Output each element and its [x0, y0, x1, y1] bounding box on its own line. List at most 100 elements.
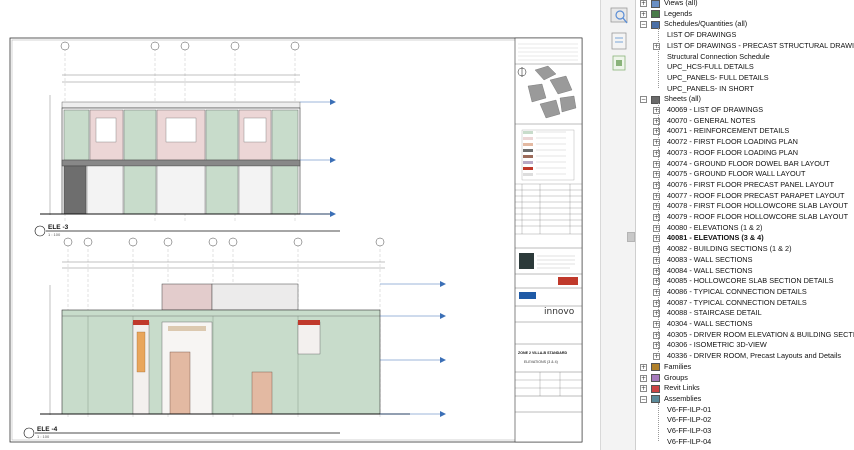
legend-icon — [651, 10, 660, 19]
tree-item-label: 40070 - GENERAL NOTES — [667, 115, 756, 125]
tree-item-label: 40076 - FIRST FLOOR PRECAST PANEL LAYOUT — [667, 179, 835, 189]
tree-item-label: 40081 - ELEVATIONS (3 & 4) — [667, 233, 764, 243]
tree-item-label: Structural Connection Schedule — [667, 51, 770, 61]
tree-item-label: V6-FF-ILP-02 — [667, 415, 712, 425]
tree-item-label: V6-FF-ILP-04 — [667, 436, 712, 446]
tree-connector — [658, 103, 659, 356]
tree-item-label: LIST OF DRAWINGS — [667, 30, 737, 40]
tree-item-40082-building-sections-1-2[interactable]: +40082 - BUILDING SECTIONS (1 & 2) — [636, 244, 854, 255]
tree-item-v6-ff-ilp-01[interactable]: V6-FF-ILP-01 — [636, 405, 854, 416]
tree-item-label: 40088 - STAIRCASE DETAIL — [667, 308, 762, 318]
collapse-icon[interactable]: − — [640, 21, 647, 29]
tree-item-label: UPC_PANELS- FULL DETAILS — [667, 72, 769, 82]
tree-item-label: LIST OF DRAWINGS - PRECAST STRUCTURAL DR… — [667, 40, 854, 50]
view-number-marker — [34, 225, 46, 237]
tree-item-label: Sheets (all) — [664, 94, 701, 104]
tree-item-40078-first-floor-hollowcore-slab-layout[interactable]: +40078 - FIRST FLOOR HOLLOWCORE SLAB LAY… — [636, 201, 854, 212]
tree-item-label: Revit Links — [664, 383, 700, 393]
tree-item-label: UPC_HCS-FULL DETAILS — [667, 62, 754, 72]
tree-item-v6-ff-ilp-03[interactable]: V6-FF-ILP-03 — [636, 426, 854, 437]
tree-item-label: 40305 - DRIVER ROOM ELEVATION & BUILDING… — [667, 329, 854, 339]
tree-item-40336-driver-room-precast-layouts-and-details[interactable]: +40336 - DRIVER ROOM, Precast Layouts an… — [636, 351, 854, 362]
tree-item-40079-roof-floor-hollowcore-slab-layout[interactable]: +40079 - ROOF FLOOR HOLLOWCORE SLAB LAYO… — [636, 212, 854, 223]
collapse-icon[interactable]: − — [640, 96, 647, 104]
tree-item-groups[interactable]: + Groups — [636, 373, 854, 384]
tree-item-40087-typical-connection-details[interactable]: +40087 - TYPICAL CONNECTION DETAILS — [636, 298, 854, 309]
tree-item-40071-reinforcement-details[interactable]: +40071 - REINFORCEMENT DETAILS — [636, 126, 854, 137]
tree-item-40088-staircase-detail[interactable]: +40088 - STAIRCASE DETAIL — [636, 308, 854, 319]
tree-item-40075-ground-floor-wall-layout[interactable]: +40075 - GROUND FLOOR WALL LAYOUT — [636, 169, 854, 180]
tree-item-structural-connection-schedule[interactable]: Structural Connection Schedule — [636, 52, 854, 63]
tree-item-label: UPC_PANELS- IN SHORT — [667, 83, 754, 93]
tree-item-upc-hcs-full-details[interactable]: UPC_HCS-FULL DETAILS — [636, 62, 854, 73]
tree-item-40073-roof-floor-loading-plan[interactable]: +40073 - ROOF FLOOR LOADING PLAN — [636, 148, 854, 159]
tree-item-views-all[interactable]: + Views (all) — [636, 0, 854, 9]
tree-item-sheets-all[interactable]: − Sheets (all) — [636, 94, 854, 105]
tree-item-label: 40074 - GROUND FLOOR DOWEL BAR LAYOUT — [667, 158, 830, 168]
collapse-icon[interactable]: − — [640, 395, 647, 403]
tree-item-label: 40085 - HOLLOWCORE SLAB SECTION DETAILS — [667, 276, 834, 286]
tree-item-label: Groups — [664, 372, 688, 382]
views-icon — [651, 0, 660, 8]
tree-item-40072-first-floor-loading-plan[interactable]: +40072 - FIRST FLOOR LOADING PLAN — [636, 137, 854, 148]
tree-connector — [658, 402, 659, 442]
expand-icon[interactable]: + — [640, 0, 647, 7]
expand-icon[interactable]: + — [640, 10, 647, 18]
tree-item-40080-elevations-1-2[interactable]: +40080 - ELEVATIONS (1 & 2) — [636, 223, 854, 234]
tree-item-40081-elevations-3-4[interactable]: +40081 - ELEVATIONS (3 & 4) — [636, 233, 854, 244]
tree-connector — [658, 28, 659, 89]
tree-item-40304-wall-sections[interactable]: +40304 - WALL SECTIONS — [636, 319, 854, 330]
tree-item-label: Families — [664, 361, 692, 371]
tree-item-label: Schedules/Quantities (all) — [664, 19, 748, 29]
search-pattern-icon[interactable] — [608, 6, 630, 28]
tree-item-label: 40083 - WALL SECTIONS — [667, 254, 753, 264]
tree-item-families[interactable]: + Families — [636, 362, 854, 373]
view-icon[interactable] — [608, 30, 630, 52]
tree-item-40083-wall-sections[interactable]: +40083 - WALL SECTIONS — [636, 255, 854, 266]
expand-icon[interactable]: + — [640, 374, 647, 382]
properties-icon[interactable] — [608, 52, 630, 74]
titleblock-logo: innovo — [544, 307, 575, 317]
expand-icon[interactable]: + — [640, 385, 647, 393]
links-icon — [651, 384, 660, 393]
tree-item-label: 40336 - DRIVER ROOM, Precast Layouts and… — [667, 351, 841, 361]
tree-item-label: 40306 - ISOMETRIC 3D-VIEW — [667, 340, 767, 350]
tree-item-label: 40304 - WALL SECTIONS — [667, 319, 753, 328]
title-block[interactable] — [514, 37, 583, 443]
tree-item-40306-isometric-3d-view[interactable]: +40306 - ISOMETRIC 3D-VIEW — [636, 340, 854, 351]
tree-item-list-of-drawings-precast-structural-drawings[interactable]: + LIST OF DRAWINGS - PRECAST STRUCTURAL D… — [636, 41, 854, 52]
tree-item-40077-roof-floor-precast-parapet-layout[interactable]: +40077 - ROOF FLOOR PRECAST PARAPET LAYO… — [636, 191, 854, 202]
tree-item-schedules-quantities-all[interactable]: − Schedules/Quantities (all) — [636, 19, 854, 30]
tree-item-40069-list-of-drawings[interactable]: +40069 - LIST OF DRAWINGS — [636, 105, 854, 116]
tree-item-upc-panels-full-details[interactable]: UPC_PANELS- FULL DETAILS — [636, 73, 854, 84]
tree-item-list-of-drawings[interactable]: LIST OF DRAWINGS — [636, 30, 854, 41]
view-scale-ele-3: 1 : 100 — [48, 232, 61, 237]
view-title-ele-3: ELE -3 — [48, 224, 69, 231]
sheet-drawing[interactable] — [0, 0, 600, 450]
scrollbar-thumb[interactable] — [627, 232, 635, 242]
tree-item-revit-links[interactable]: + Revit Links — [636, 383, 854, 394]
tree-item-40074-ground-floor-dowel-bar-layout[interactable]: +40074 - GROUND FLOOR DOWEL BAR LAYOUT — [636, 159, 854, 170]
tree-item-v6-ff-ilp-02[interactable]: V6-FF-ILP-02 — [636, 415, 854, 426]
tree-item-legends[interactable]: + Legends — [636, 9, 854, 20]
expand-icon[interactable]: + — [640, 363, 647, 371]
tree-item-40084-wall-sections[interactable]: +40084 - WALL SECTIONS — [636, 266, 854, 277]
tree-item-label: 40072 - FIRST FLOOR LOADING PLAN — [667, 137, 798, 147]
tree-item-label: 40086 - TYPICAL CONNECTION DETAILS — [667, 286, 807, 296]
view-scale-ele-4: 1 : 100 — [37, 434, 50, 439]
tree-item-40076-first-floor-precast-panel-layout[interactable]: +40076 - FIRST FLOOR PRECAST PANEL LAYOU… — [636, 180, 854, 191]
tree-item-40070-general-notes[interactable]: +40070 - GENERAL NOTES — [636, 116, 854, 127]
tree-item-label: V6-FF-ILP-01 — [667, 404, 712, 414]
drawing-canvas[interactable]: ELE -3 1 : 100 ELE -4 1 : 100 innovo ZON… — [0, 0, 600, 450]
tree-item-label: V6-FF-ILP-03 — [667, 426, 712, 435]
tree-item-label: 40080 - ELEVATIONS (1 & 2) — [667, 222, 763, 232]
tree-item-40305-driver-room-elevation-building-section[interactable]: +40305 - DRIVER ROOM ELEVATION & BUILDIN… — [636, 330, 854, 341]
tree-item-label: 40079 - ROOF FLOOR HOLLOWCORE SLAB LAYOU… — [667, 212, 849, 221]
tree-item-v6-ff-ilp-04[interactable]: V6-FF-ILP-04 — [636, 437, 854, 448]
project-browser-tree[interactable]: + Views (all) + Legends − Schedules/Quantitie… — [636, 0, 854, 450]
tree-item-40085-hollowcore-slab-section-details[interactable]: +40085 - HOLLOWCORE SLAB SECTION DETAILS — [636, 276, 854, 287]
tree-item-upc-panels-in-short[interactable]: UPC_PANELS- IN SHORT — [636, 84, 854, 95]
tree-item-assemblies[interactable]: − Assemblies — [636, 394, 854, 405]
tree-item-label: 40084 - WALL SECTIONS — [667, 265, 753, 275]
tree-item-40086-typical-connection-details[interactable]: +40086 - TYPICAL CONNECTION DETAILS — [636, 287, 854, 298]
